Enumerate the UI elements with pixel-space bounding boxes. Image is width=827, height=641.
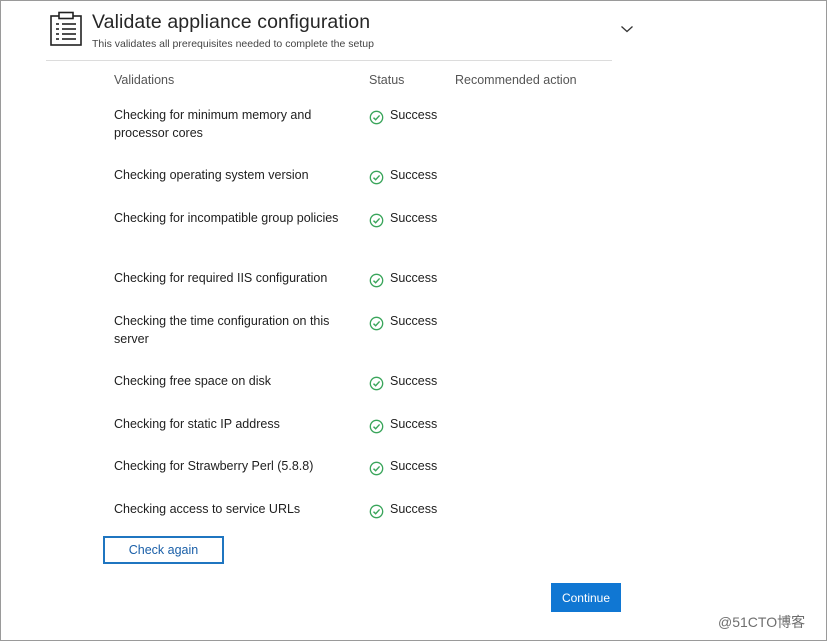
status-cell: Success (369, 372, 437, 390)
status-text: Success (390, 374, 438, 388)
status-cell: Success (369, 415, 437, 433)
validation-label: Checking the time configuration on this … (114, 314, 330, 346)
check-circle-icon (369, 316, 384, 330)
status-text: Success (390, 502, 438, 516)
status-cell: Success (369, 312, 437, 330)
validation-label: Checking access to service URLs (114, 502, 301, 516)
column-header-status: Status (369, 73, 405, 87)
status-cell: Success (369, 166, 437, 184)
status-cell: Success (369, 106, 437, 124)
validation-label: Checking for incompatible group policies (114, 211, 339, 225)
validation-label: Checking for Strawberry Perl (5.8.8) (114, 459, 314, 473)
column-header-recommended-action: Recommended action (455, 73, 577, 87)
section-header: Validate appliance configuration This va… (46, 8, 612, 61)
page-title: Validate appliance configuration (92, 11, 371, 33)
status-text: Success (390, 211, 438, 225)
status-text: Success (390, 271, 438, 285)
status-cell: Success (369, 209, 437, 227)
clipboard-icon (50, 11, 82, 46)
status-text: Success (390, 459, 438, 473)
check-circle-icon (369, 170, 384, 184)
check-circle-icon (369, 213, 384, 227)
chevron-down-icon[interactable] (620, 24, 634, 34)
status-text: Success (390, 417, 438, 431)
check-circle-icon (369, 419, 384, 433)
watermark: @51CTO博客 (718, 614, 806, 630)
status-cell: Success (369, 500, 437, 518)
check-again-button[interactable]: Check again (103, 536, 224, 564)
check-circle-icon (369, 110, 384, 124)
column-header-validations: Validations (114, 73, 175, 87)
continue-button[interactable]: Continue (551, 583, 621, 612)
validation-label: Checking operating system version (114, 168, 309, 182)
validation-label: Checking for required IIS configuration (114, 271, 328, 285)
check-circle-icon (369, 461, 384, 475)
status-text: Success (390, 108, 438, 122)
validation-label: Checking for minimum memory and processo… (114, 108, 312, 140)
check-circle-icon (369, 504, 384, 518)
status-cell: Success (369, 457, 437, 475)
status-cell: Success (369, 269, 437, 287)
status-text: Success (390, 314, 438, 328)
validation-label: Checking for static IP address (114, 417, 280, 431)
validation-label: Checking free space on disk (114, 374, 272, 388)
check-circle-icon (369, 273, 384, 287)
status-text: Success (390, 168, 438, 182)
check-circle-icon (369, 376, 384, 390)
page-subtitle: This validates all prerequisites needed … (92, 38, 374, 50)
